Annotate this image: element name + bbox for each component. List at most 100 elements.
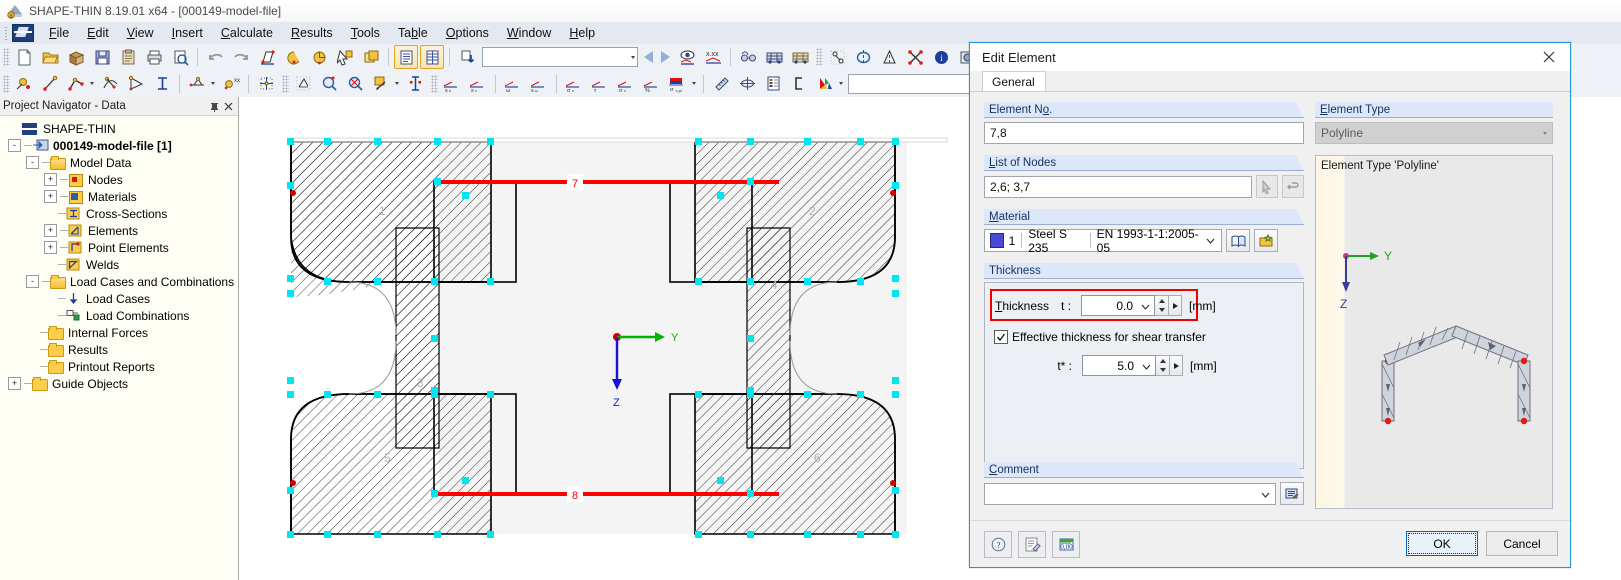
tree-item-elements[interactable]: + Elements (4, 222, 238, 239)
tree-item-materials[interactable]: + Materials (4, 188, 238, 205)
menu-calculate[interactable]: Calculate (212, 24, 282, 42)
new-material-icon[interactable] (1254, 229, 1278, 252)
material-library-icon[interactable] (1226, 229, 1250, 252)
tree-item-cross-sections[interactable]: Cross-Sections (4, 205, 238, 222)
save-icon[interactable] (90, 45, 114, 69)
polyline-dropdown-icon[interactable] (90, 82, 94, 85)
stress-somega-icon[interactable]: sω (527, 72, 551, 96)
menu-options[interactable]: Options (437, 24, 498, 42)
edit-note-icon[interactable] (1018, 531, 1046, 558)
next-button[interactable] (661, 51, 670, 63)
menu-tools[interactable]: Tools (342, 24, 389, 42)
close-icon[interactable] (1534, 46, 1564, 68)
tree-item-model-data[interactable]: - Model Data (4, 154, 238, 171)
menu-insert[interactable]: Insert (163, 24, 212, 42)
cross-snap-icon[interactable] (903, 45, 927, 69)
stress-omega-icon[interactable]: ω (501, 72, 525, 96)
tree-item-printout-reports[interactable]: Printout Reports (4, 358, 238, 375)
clipboard-icon[interactable] (116, 45, 140, 69)
glasses-icon[interactable] (736, 45, 760, 69)
stiffener-dropdown-icon[interactable] (211, 82, 215, 85)
tree-toggle-nodes[interactable]: + (44, 173, 57, 186)
edit-section-icon[interactable] (255, 45, 279, 69)
copy-window-icon[interactable] (359, 45, 383, 69)
view-eye-icon[interactable] (675, 45, 699, 69)
bracket-icon[interactable] (787, 72, 811, 96)
fill-icon[interactable] (369, 72, 393, 96)
dialog-title-bar[interactable]: Edit Element (970, 43, 1570, 71)
tree-item-internal-forces[interactable]: Internal Forces (4, 324, 238, 341)
tree-toggle-guide-objects[interactable]: + (8, 377, 21, 390)
close-icon[interactable] (221, 99, 235, 113)
toolbar-grip[interactable] (3, 48, 10, 66)
render-frame-icon[interactable] (762, 45, 786, 69)
color-palette-icon[interactable] (813, 72, 837, 96)
xx-stress-icon[interactable]: xx (219, 72, 243, 96)
node-list-icon[interactable] (1281, 175, 1304, 198)
section-i-icon[interactable] (150, 72, 174, 96)
ruler-icon[interactable] (709, 72, 733, 96)
tree-item-model-file[interactable]: - 000149-model-file [1] (4, 137, 238, 154)
tree-item-load-combinations[interactable]: Load Combinations (4, 307, 238, 324)
stress-sigma-pl-icon[interactable]: σ x,pl (666, 72, 690, 96)
element-type-value[interactable]: Polyline (1315, 122, 1553, 144)
menu-grip[interactable] (3, 25, 10, 41)
help-icon[interactable]: ? (984, 531, 1012, 558)
tree-item-nodes[interactable]: + Nodes (4, 171, 238, 188)
render-frame2-icon[interactable] (788, 45, 812, 69)
table-list-icon[interactable] (394, 45, 418, 69)
menu-window[interactable]: Window (498, 24, 560, 42)
pick-pointer-icon[interactable] (1255, 175, 1278, 198)
undo-icon[interactable] (203, 45, 227, 69)
point-add-icon[interactable] (12, 72, 36, 96)
open-package-icon[interactable] (64, 45, 88, 69)
tree-item-point-elements[interactable]: + Point Elements (4, 239, 238, 256)
tree-toggle-load-cases-combinations[interactable]: - (26, 275, 39, 288)
import-download-icon[interactable] (455, 45, 479, 69)
print-icon[interactable] (142, 45, 166, 69)
zoom-out-icon[interactable] (343, 72, 367, 96)
effective-thickness-checkbox-row[interactable]: Effective thickness for shear transfer (994, 330, 1206, 344)
tree-toggle-elements[interactable]: + (44, 224, 57, 237)
thickness-t-input[interactable]: 0.0 (1081, 295, 1156, 316)
toolbar2-grip-3[interactable] (431, 74, 438, 93)
units-icon[interactable]: 0,00 (1052, 531, 1080, 558)
tree-toggle-materials[interactable]: + (44, 190, 57, 203)
toolbar2-grip[interactable] (3, 74, 10, 93)
comment-input[interactable] (984, 482, 1276, 505)
tree-item-root[interactable]: SHAPE-THIN (4, 120, 238, 137)
arc-add-icon[interactable] (98, 72, 122, 96)
effective-thickness-pick-button[interactable] (1170, 355, 1183, 376)
line-add-icon[interactable] (38, 72, 62, 96)
menu-file[interactable]: File (40, 24, 78, 42)
zoom-in-icon[interactable] (317, 72, 341, 96)
menu-results[interactable]: Results (282, 24, 342, 42)
element-no-input[interactable]: 7,8 (984, 122, 1304, 144)
toolbar2-grip-2[interactable] (282, 74, 289, 93)
stress-sigma-v-icon[interactable]: σv (614, 72, 638, 96)
material-combo[interactable]: 1 Steel S 235 EN 1993-1-1:2005-05 (984, 227, 1222, 255)
effective-thickness-checkbox[interactable] (994, 330, 1008, 344)
mesh-icon[interactable] (291, 72, 315, 96)
menu-view[interactable]: View (118, 24, 163, 42)
tree-toggle-model-data[interactable]: - (26, 156, 39, 169)
rotate-left-icon[interactable] (281, 45, 305, 69)
stiffener-icon[interactable] (185, 72, 209, 96)
menu-help[interactable]: Help (560, 24, 604, 42)
palette-dropdown-icon[interactable] (839, 82, 843, 85)
ok-button[interactable]: OK (1406, 531, 1478, 556)
menu-table[interactable]: Table (389, 24, 437, 42)
fill-dropdown-icon[interactable] (395, 82, 399, 85)
target-icon[interactable] (735, 72, 759, 96)
grid-point-icon[interactable] (254, 72, 278, 96)
arc2-add-icon[interactable] (124, 72, 148, 96)
tree-item-load-cases-combinations[interactable]: - Load Cases and Combinations (4, 273, 238, 290)
thickness-t-spinner[interactable] (1155, 295, 1170, 316)
info-icon[interactable]: i (929, 45, 953, 69)
new-file-icon[interactable] (12, 45, 36, 69)
tree-item-guide-objects[interactable]: + Guide Objects (4, 375, 238, 392)
menu-edit[interactable]: Edit (78, 24, 118, 42)
prev-button[interactable] (644, 51, 653, 63)
tree-toggle-point-elements[interactable]: + (44, 241, 57, 254)
pin-icon[interactable] (207, 99, 221, 113)
